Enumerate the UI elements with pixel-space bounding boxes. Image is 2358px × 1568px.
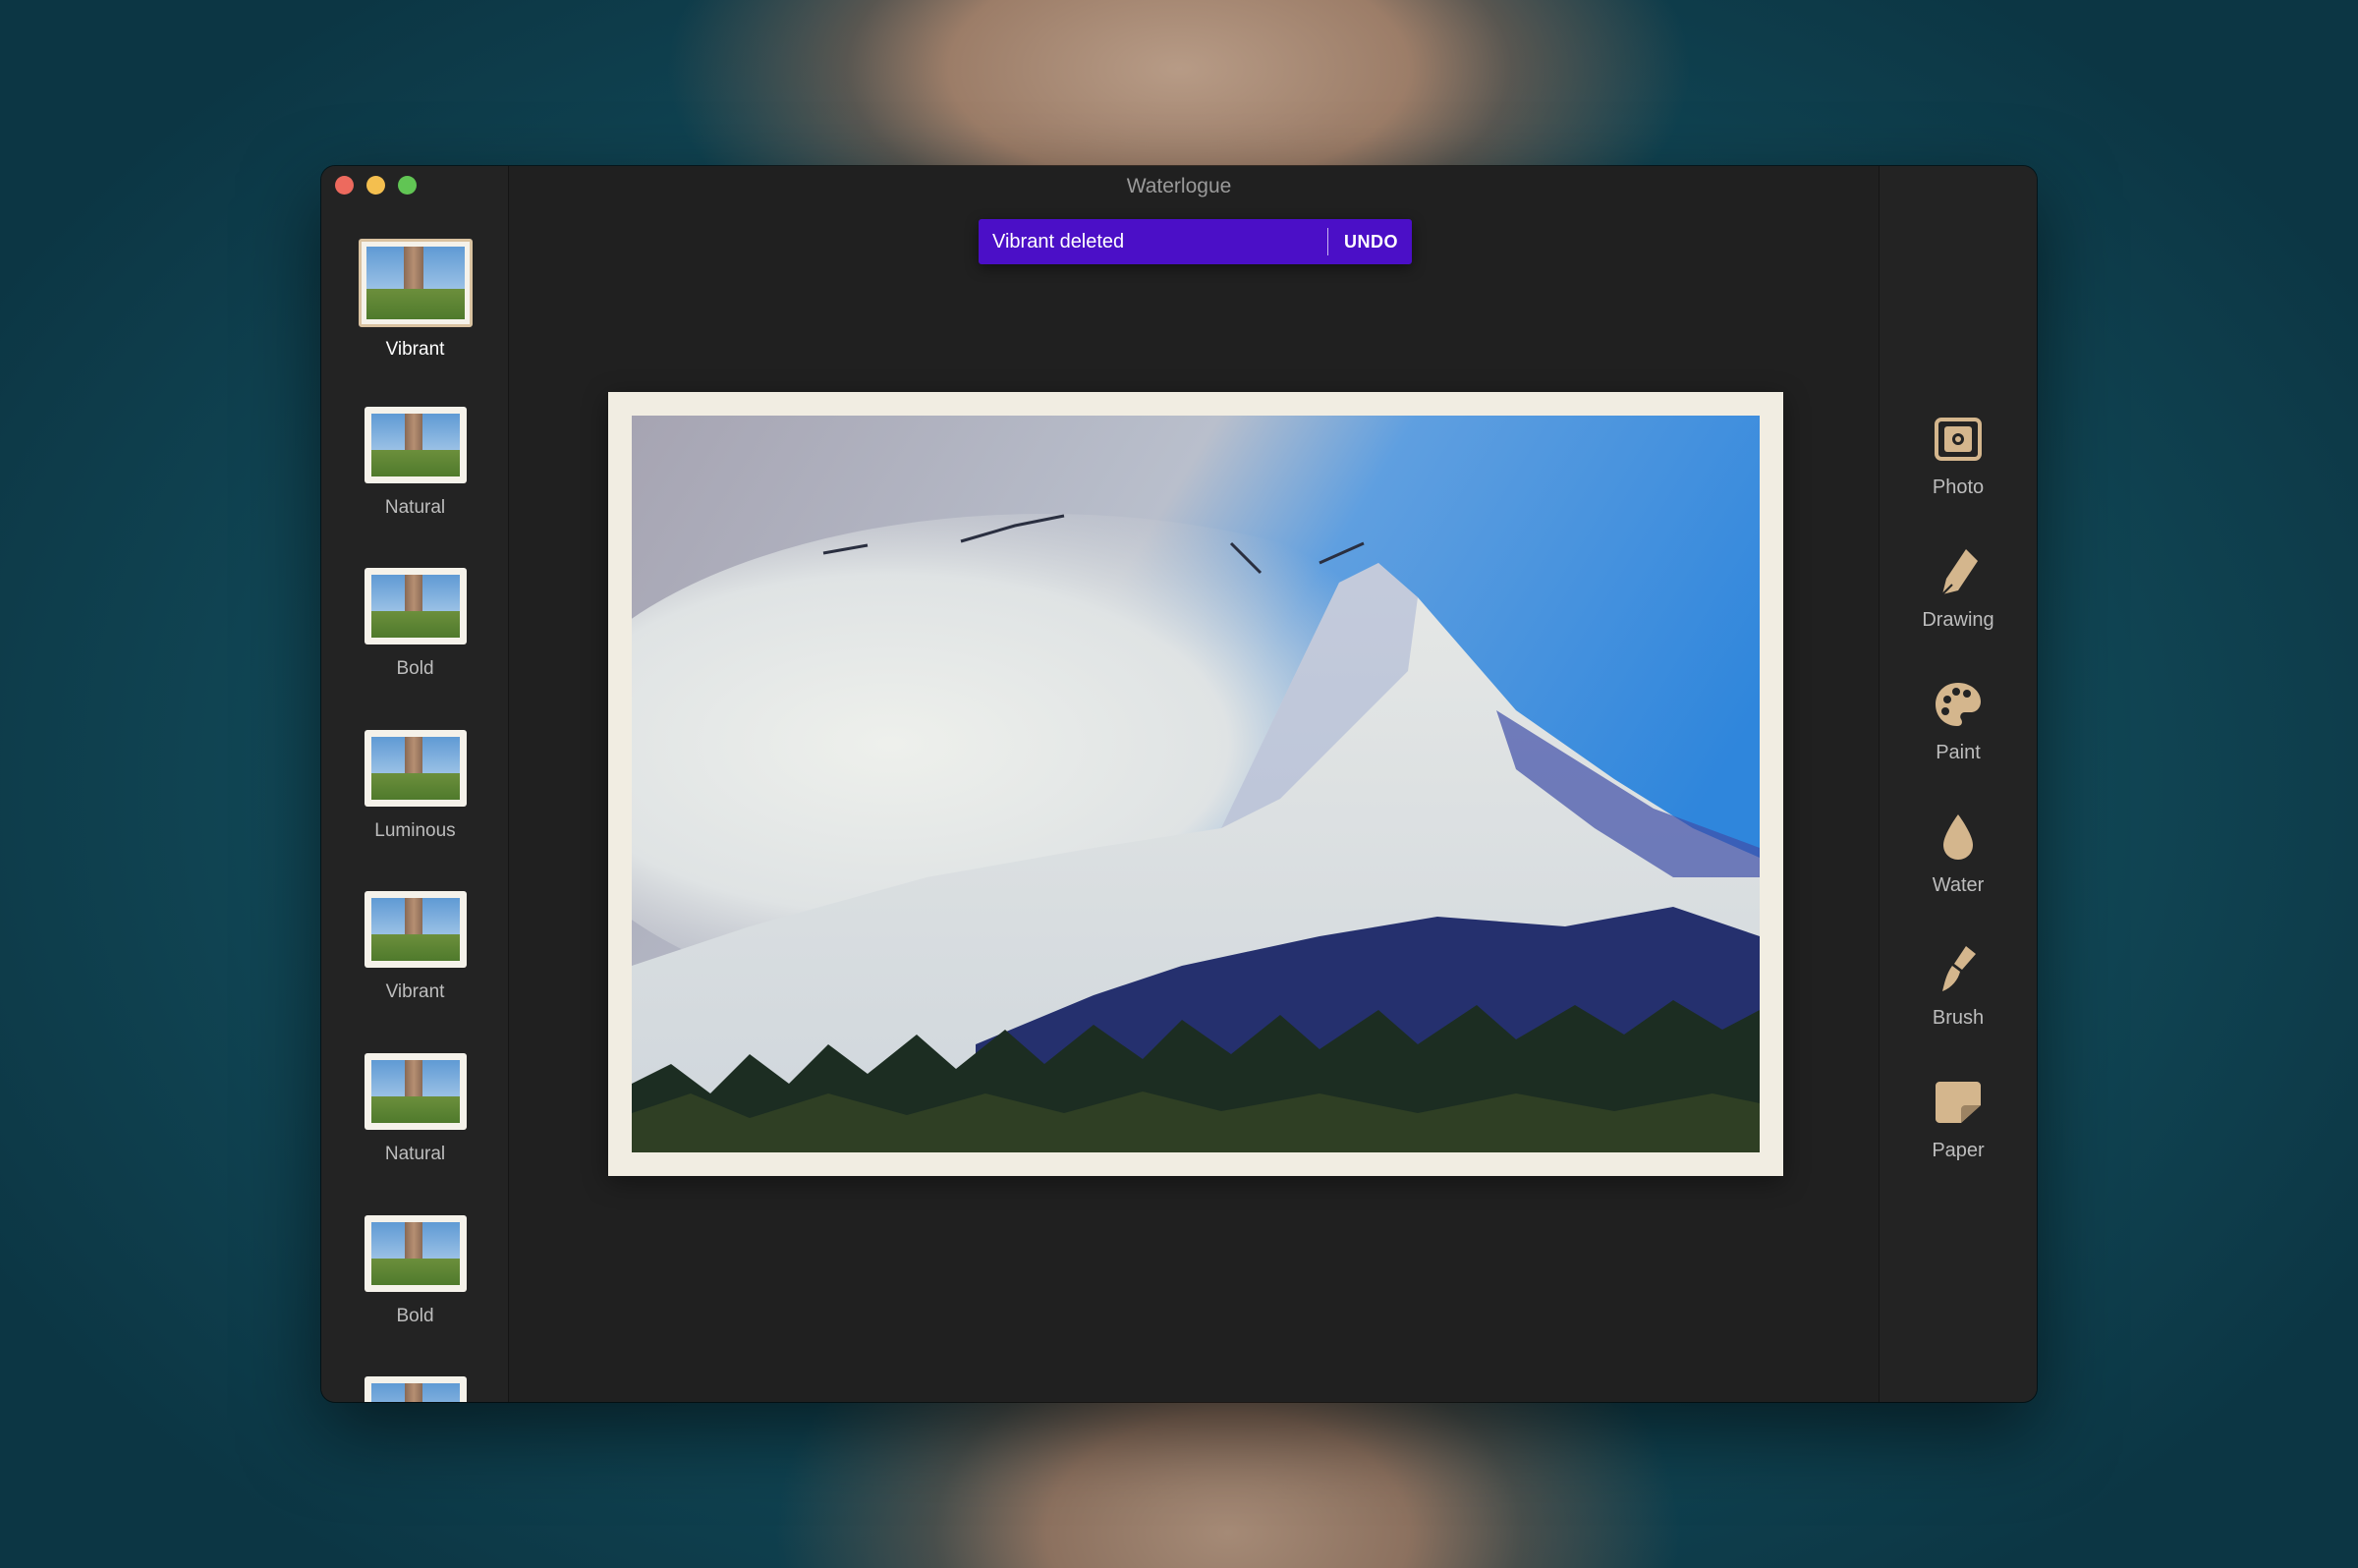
zoom-window-button[interactable] bbox=[398, 176, 417, 195]
watercolor-painting bbox=[632, 416, 1760, 1152]
preset-thumbnail bbox=[364, 1214, 467, 1292]
brush-icon bbox=[1929, 940, 1988, 999]
tool-list: Photo Drawing Paint Water Brush Paper bbox=[1880, 410, 2037, 1205]
watercolor-mountain-image bbox=[632, 416, 1760, 1152]
preset-thumbnail bbox=[364, 729, 467, 807]
tool-water[interactable]: Water bbox=[1880, 808, 2037, 940]
window-title: Waterlogue bbox=[1126, 175, 1232, 197]
tool-photo[interactable]: Photo bbox=[1880, 410, 2037, 542]
close-window-button[interactable] bbox=[335, 176, 354, 195]
preset-label: Luminous bbox=[374, 819, 456, 841]
preset-item-natural[interactable]: Natural bbox=[321, 406, 508, 569]
preset-item-vibrant-2[interactable]: Vibrant bbox=[321, 891, 508, 1053]
photo-icon bbox=[1929, 410, 1988, 469]
preset-thumbnail bbox=[358, 239, 473, 327]
preset-item-bold[interactable]: Bold bbox=[321, 568, 508, 730]
preset-label: Natural bbox=[384, 496, 446, 518]
preset-item-bold-2[interactable]: Bold bbox=[321, 1214, 508, 1377]
app-window: Vibrant Natural Bold Luminous Vibrant Na… bbox=[321, 166, 2037, 1402]
water-drop-icon bbox=[1929, 808, 1988, 867]
preset-thumbnail bbox=[364, 406, 467, 483]
preset-label: Natural bbox=[384, 1143, 446, 1164]
preset-thumbnail bbox=[364, 568, 467, 645]
undo-snackbar: Vibrant deleted UNDO bbox=[979, 219, 1412, 264]
undo-button[interactable]: UNDO bbox=[1328, 232, 1412, 252]
preset-thumbnail bbox=[364, 1052, 467, 1130]
minimize-window-button[interactable] bbox=[366, 176, 385, 195]
tool-drawing[interactable]: Drawing bbox=[1880, 542, 2037, 675]
palette-icon bbox=[1929, 675, 1988, 734]
preset-thumbnail bbox=[364, 1376, 467, 1402]
preset-label: Bold bbox=[396, 1305, 434, 1326]
preset-item-vibrant[interactable]: Vibrant bbox=[321, 239, 508, 407]
preset-item-luminous[interactable]: Luminous bbox=[321, 729, 508, 892]
preset-list: Vibrant Natural Bold Luminous Vibrant Na… bbox=[321, 239, 508, 1402]
preset-label: Vibrant bbox=[385, 339, 445, 360]
preset-item-partial[interactable] bbox=[321, 1376, 508, 1402]
pen-nib-icon bbox=[1929, 542, 1988, 601]
preset-item-natural-2[interactable]: Natural bbox=[321, 1052, 508, 1215]
tool-paper[interactable]: Paper bbox=[1880, 1073, 2037, 1205]
title-bar: Waterlogue bbox=[321, 166, 2037, 207]
paper-icon bbox=[1929, 1073, 1988, 1132]
preset-label: Vibrant bbox=[385, 981, 445, 1003]
preset-thumbnail bbox=[364, 891, 467, 969]
tools-sidebar: Photo Drawing Paint Water Brush Paper bbox=[1879, 166, 2037, 1402]
tool-label: Drawing bbox=[1922, 609, 1994, 631]
preset-sidebar: Vibrant Natural Bold Luminous Vibrant Na… bbox=[321, 166, 509, 1402]
tool-label: Brush bbox=[1932, 1007, 1985, 1029]
tool-brush[interactable]: Brush bbox=[1880, 940, 2037, 1073]
tool-label: Paint bbox=[1936, 742, 1981, 763]
preset-label: Bold bbox=[396, 658, 434, 680]
window-controls bbox=[335, 176, 417, 195]
tool-label: Photo bbox=[1932, 476, 1985, 498]
tool-label: Water bbox=[1932, 874, 1985, 896]
tool-label: Paper bbox=[1932, 1140, 1985, 1161]
painting-canvas[interactable] bbox=[608, 392, 1783, 1176]
tool-paint[interactable]: Paint bbox=[1880, 675, 2037, 808]
snackbar-message: Vibrant deleted bbox=[992, 230, 1125, 252]
